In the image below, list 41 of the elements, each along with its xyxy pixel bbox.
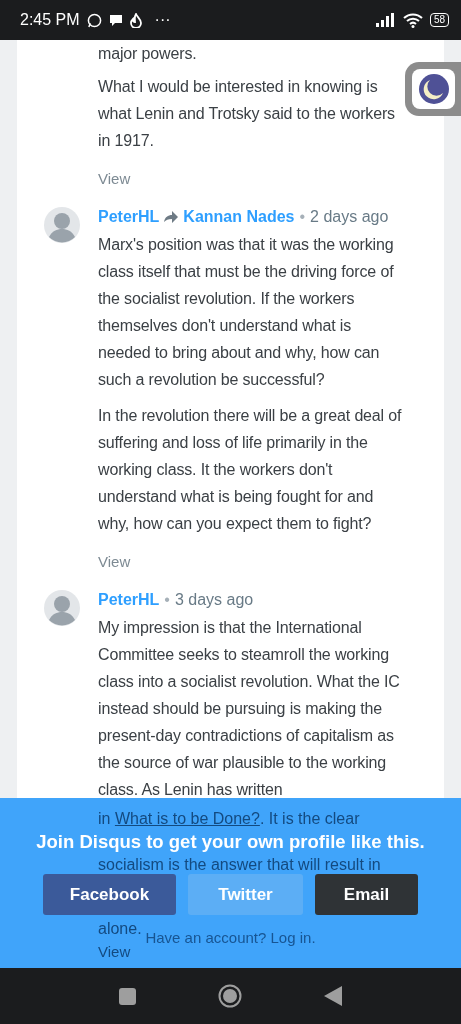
comment-text: Marx's position was that it was the working class itself that must be the driving force of the socialist revolution. If the workers themselves don't understand what is needed to bring about and why, how can such a revolution be successful? bbox=[98, 235, 395, 390]
flame-icon bbox=[129, 12, 142, 28]
reply-arrow-icon bbox=[164, 211, 179, 223]
back-icon[interactable] bbox=[324, 986, 342, 1006]
more-notifications-text: ··· bbox=[154, 11, 171, 29]
comment-time[interactable]: 3 days ago bbox=[174, 588, 254, 612]
recent-apps-icon[interactable] bbox=[119, 987, 136, 1005]
join-headline: Join Disqus to get your own profile like this. bbox=[36, 831, 425, 853]
avatar-silhouette bbox=[44, 590, 80, 626]
battery-indicator: 58 bbox=[429, 13, 449, 27]
comment-text-line: socialism is the answer that will result in bbox=[98, 857, 381, 873]
chat-bubble-icon bbox=[86, 12, 102, 28]
facebook-signup-button[interactable]: Facebook bbox=[43, 874, 176, 915]
view-link[interactable]: View bbox=[98, 550, 131, 574]
comment-time[interactable]: 2 days ago bbox=[310, 205, 389, 229]
status-time: 2:45 PM bbox=[20, 11, 80, 29]
comment-text-line: in What is to be Done?. It is the clear bbox=[98, 809, 360, 829]
author-link[interactable]: PeterHL bbox=[98, 205, 160, 229]
avatar-silhouette bbox=[44, 207, 80, 243]
separator-dot: • bbox=[299, 207, 306, 227]
signal-icon bbox=[375, 13, 396, 27]
view-link[interactable]: View bbox=[98, 167, 131, 191]
wifi-icon bbox=[402, 12, 423, 28]
author-link[interactable]: PeterHL bbox=[98, 588, 160, 612]
comment-text-line: alone. bbox=[98, 919, 142, 939]
comment-text: In the revolution there will be a great deal of suffering and loss of life primarily in the working class. It the workers don't understand what is being fought for and why, how can you expect them to fight? bbox=[98, 406, 402, 534]
recipient-link[interactable]: Kannan Nades bbox=[183, 205, 295, 229]
view-link[interactable]: View bbox=[98, 942, 131, 962]
login-prompt: Have an account? bbox=[145, 929, 267, 946]
comment-text: major powers. bbox=[98, 44, 198, 64]
moon-icon bbox=[417, 73, 450, 105]
message-icon bbox=[108, 13, 123, 27]
comment-text: My impression is that the International Committee seeks to steamroll the working class into a socialist revolution. What the IC instead should be pursuing is making the present-day contradictions of capitalism as the source of war plausible to the working class. As Lenin has written bbox=[98, 618, 401, 800]
comment-text: What I would be interested in knowing is what Lenin and Trotsky said to the workers in 1917. bbox=[98, 77, 396, 151]
twitter-signup-button[interactable]: Twitter bbox=[188, 874, 303, 915]
home-icon[interactable] bbox=[218, 984, 242, 1008]
separator-dot: • bbox=[164, 590, 170, 610]
email-signup-button[interactable]: Email bbox=[315, 874, 418, 915]
floating-night-mode-button[interactable] bbox=[405, 62, 461, 116]
login-link[interactable]: Log in. bbox=[270, 929, 316, 946]
book-title-link[interactable]: What is to be Done? bbox=[114, 810, 260, 827]
